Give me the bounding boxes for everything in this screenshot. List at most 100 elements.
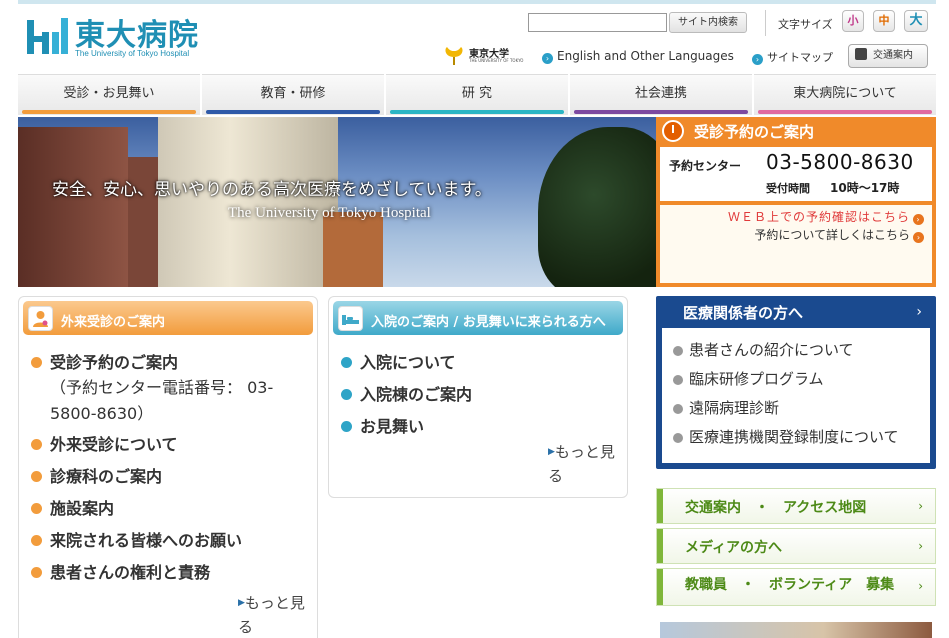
nav-item-research[interactable]: 研 究 [386, 74, 568, 115]
reservation-panel: 受診予約のご案内 予約センター 03-5800-8630 受付時間 10時〜17… [656, 117, 936, 287]
logo-text-jp: 東大病院 [75, 18, 199, 53]
bullet-icon [31, 357, 42, 368]
inpatient-more-link[interactable]: ▶もっと見る [548, 440, 618, 488]
divider [765, 10, 766, 36]
inpatient-list: 入院について 入院棟のご案内 お見舞い [329, 339, 627, 443]
caret-right-icon: ▶ [548, 447, 555, 457]
patient-icon-svg [33, 311, 48, 327]
reservation-center-label: 予約センター [669, 159, 742, 173]
top-accent-line [18, 0, 936, 4]
list-item-departments[interactable]: 診療科のご案内 [31, 461, 317, 493]
bullet-icon [31, 471, 42, 482]
hero-building [158, 117, 338, 287]
list-item-rights[interactable]: 患者さんの権利と責務 [31, 557, 317, 589]
reservation-detail-link[interactable]: 予約について詳しくはこちら › [754, 226, 924, 243]
reservation-detail-label: 予約について詳しくはこちら [754, 228, 910, 242]
nav-item-consultation[interactable]: 受診・お見舞い [18, 74, 200, 115]
bullet-icon [341, 389, 352, 400]
bullet-icon [341, 421, 352, 432]
media-link[interactable]: メディアの方へ › [656, 528, 936, 564]
web-reservation-link[interactable]: ＷＥＢ上での予約確認はこちら › [728, 208, 924, 225]
reservation-links: ＷＥＢ上での予約確認はこちら › 予約について詳しくはこちら › [660, 205, 932, 283]
bed-icon [338, 306, 363, 331]
accent-bar [657, 529, 663, 563]
hero-tagline-jp: 安全、安心、思いやりのある高次医療をめざしています。 [52, 180, 492, 200]
chevron-right-icon[interactable]: › [916, 304, 922, 320]
list-item-ward[interactable]: 入院棟のご案内 [341, 379, 627, 411]
list-item-reservation[interactable]: 受診予約のご案内 （予約センター電話番号： 03-5800-8630） [31, 347, 317, 429]
ginkgo-emblem-icon [445, 47, 463, 65]
list-item-telepathology[interactable]: 遠隔病理診断 [673, 394, 930, 423]
list-item-admission[interactable]: 入院について [341, 347, 627, 379]
english-languages-link[interactable]: › English and Other Languages [542, 49, 734, 64]
nav-color-bar [758, 110, 932, 114]
bus-icon [855, 48, 867, 60]
professionals-title[interactable]: 医療関係者の方へ [683, 302, 803, 323]
font-size-large-button[interactable]: 大 [904, 10, 928, 32]
accent-bar [657, 569, 663, 605]
global-nav: 受診・お見舞い 教育・研修 研 究 社会連携 東大病院について [18, 74, 936, 115]
bullet-icon [673, 404, 683, 414]
utokyo-link[interactable]: 東京大学 THE UNIVERSITY OF TOKYO [443, 44, 529, 68]
inpatient-header[interactable]: 入院のご案内 / お見舞いに来られる方へ [333, 301, 623, 335]
web-reservation-label: ＷＥＢ上での予約確認はこちら [727, 210, 910, 224]
nav-item-education[interactable]: 教育・研修 [202, 74, 384, 115]
reservation-hours-label: 受付時間 [766, 182, 810, 195]
reservation-header[interactable]: 受診予約のご案内 [656, 117, 936, 145]
inpatient-box: 入院のご案内 / お見舞いに来られる方へ 入院について 入院棟のご案内 お見舞い… [328, 296, 628, 498]
list-item-outpatient[interactable]: 外来受診について [31, 429, 317, 461]
inpatient-title: 入院のご案内 / お見舞いに来られる方へ [371, 315, 606, 330]
reservation-contact: 予約センター 03-5800-8630 受付時間 10時〜17時 [660, 147, 932, 201]
bed-icon-svg [342, 315, 359, 325]
nav-item-social[interactable]: 社会連携 [570, 74, 752, 115]
list-item-label: 患者さんの紹介について [689, 341, 854, 359]
bullet-icon [673, 346, 683, 356]
nav-item-label: 東大病院について [793, 86, 897, 101]
chevron-right-icon: › [918, 499, 923, 513]
arrow-right-icon: › [752, 54, 763, 65]
list-item-requests[interactable]: 来院される皆様へのお願い [31, 525, 317, 557]
reservation-phone: 03-5800-8630 [766, 150, 914, 174]
outpatient-header[interactable]: 外来受診のご案内 [23, 301, 313, 335]
bullet-icon [31, 535, 42, 546]
list-item-label: お見舞い [360, 417, 425, 436]
staff-recruit-link[interactable]: 教職員 ・ ボランティア 募集 › [656, 568, 936, 606]
outpatient-more-link[interactable]: ▶もっと見る [238, 591, 308, 638]
caret-right-icon: ▶ [238, 598, 245, 608]
professionals-list: 患者さんの紹介について 臨床研修プログラム 遠隔病理診断 医療連携機関登録制度に… [662, 328, 930, 452]
nav-color-bar [206, 110, 380, 114]
bullet-icon [673, 433, 683, 443]
outpatient-list: 受診予約のご案内 （予約センター電話番号： 03-5800-8630） 外来受診に… [19, 339, 317, 589]
banner-image[interactable] [660, 622, 932, 638]
site-search-input[interactable] [528, 13, 667, 32]
list-item-label: 入院棟のご案内 [360, 385, 473, 404]
font-size-small-button[interactable]: 小 [842, 10, 864, 32]
list-item-referral[interactable]: 患者さんの紹介について [673, 336, 930, 365]
hero-building [18, 127, 128, 287]
access-button[interactable]: 交通案内 [848, 44, 928, 68]
media-label: メディアの方へ [685, 540, 783, 556]
arrow-right-icon: › [913, 232, 924, 243]
font-size-medium-button[interactable]: 中 [873, 10, 895, 32]
sitemap-link[interactable]: › サイトマップ [752, 49, 833, 65]
list-item-visit[interactable]: お見舞い [341, 411, 627, 443]
outpatient-box: 外来受診のご案内 受診予約のご案内 （予約センター電話番号： 03-5800-86… [18, 296, 318, 638]
nav-color-bar [22, 110, 196, 114]
list-item-label: 来院される皆様へのお願い [50, 531, 243, 550]
list-item-registration[interactable]: 医療連携機関登録制度について [673, 423, 930, 452]
professionals-panel: 医療関係者の方へ › 患者さんの紹介について 臨床研修プログラム 遠隔病理診断 … [656, 296, 936, 469]
list-item-facilities[interactable]: 施設案内 [31, 493, 317, 525]
hero-building [323, 212, 383, 287]
list-item-label: 入院について [360, 353, 456, 372]
site-search-button[interactable]: サイト内検索 [669, 12, 747, 33]
more-label: もっと見る [238, 594, 305, 636]
hero-tree [538, 127, 656, 287]
hero-tagline-en: The University of Tokyo Hospital [228, 205, 431, 221]
list-item-training[interactable]: 臨床研修プログラム [673, 365, 930, 394]
list-item-label: 患者さんの権利と責務 [50, 563, 211, 582]
access-map-link[interactable]: 交通案内 ・ アクセス地図 › [656, 488, 936, 524]
nav-item-about[interactable]: 東大病院について [754, 74, 936, 115]
hospital-logo-icon [27, 18, 68, 54]
staff-recruit-label: 教職員 ・ ボランティア 募集 [685, 577, 895, 593]
list-item-label: 施設案内 [50, 499, 115, 518]
